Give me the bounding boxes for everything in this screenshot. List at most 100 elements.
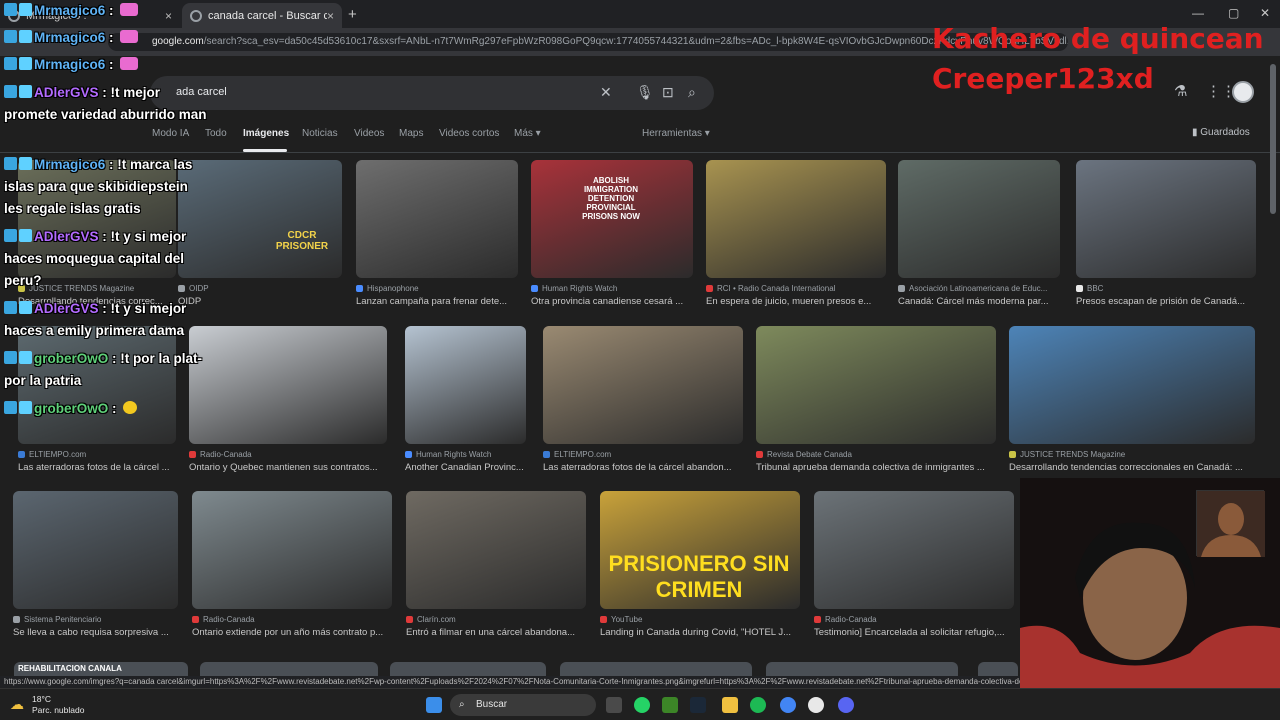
result-source[interactable]: RCI • Radio Canada International [706, 284, 886, 293]
result-source[interactable]: Hispanophone [356, 284, 518, 293]
new-tab-button[interactable]: + [348, 6, 357, 23]
result-thumbnail[interactable] [189, 326, 387, 444]
result-source[interactable]: Asociación Latinoamericana de Educ... [898, 284, 1060, 293]
result-thumbnail[interactable] [406, 491, 586, 609]
chat-username[interactable]: Mrmagico6 [34, 30, 105, 45]
image-result-card[interactable]: BBC Presos escapan de prisión de Canadá..… [1076, 160, 1256, 322]
steam-icon[interactable] [690, 697, 706, 713]
chat-username[interactable]: groberOwO [34, 351, 108, 366]
result-thumbnail[interactable]: ABOLISH IMMIGRATION DETENTION PROVINCIAL… [531, 160, 693, 278]
lens-icon[interactable]: ⊡ [662, 84, 674, 101]
result-caption[interactable]: Testimonio] Encarcelada al solicitar ref… [814, 627, 1014, 638]
maximize-icon[interactable]: ▢ [1228, 6, 1239, 20]
result-thumbnail[interactable]: PRISIONERO SIN CRIMEN [600, 491, 800, 609]
result-caption[interactable]: Se lleva a cabo requisa sorpresiva ... [13, 627, 178, 638]
image-result-card[interactable] [560, 662, 752, 676]
result-source[interactable]: Radio-Canada [814, 615, 1014, 624]
result-thumbnail[interactable] [898, 160, 1060, 278]
result-thumbnail[interactable] [706, 160, 886, 278]
result-caption[interactable]: Entró a filmar en una cárcel abandona... [406, 627, 586, 638]
result-caption[interactable]: En espera de juicio, mueren presos e... [706, 296, 886, 307]
image-result-card[interactable] [766, 662, 958, 676]
image-result-card[interactable]: ABOLISH IMMIGRATION DETENTION PROVINCIAL… [531, 160, 693, 322]
result-caption[interactable]: Lanzan campaña para frenar dete... [356, 296, 518, 307]
result-caption[interactable]: Tribunal aprueba demanda colectiva de in… [756, 462, 996, 473]
result-thumbnail[interactable] [543, 326, 743, 444]
tab-mas[interactable]: Más ▾ [514, 128, 541, 139]
result-source[interactable]: Radio-Canada [192, 615, 392, 624]
whatsapp-icon[interactable] [634, 697, 650, 713]
tab-videos-cortos[interactable]: Videos cortos [439, 128, 499, 139]
spotify-icon[interactable] [750, 697, 766, 713]
result-source[interactable]: Revista Debate Canada [756, 450, 996, 459]
account-avatar[interactable] [1232, 81, 1254, 103]
chat-username[interactable]: ADlerGVS [34, 229, 99, 244]
labs-icon[interactable]: ⚗ [1174, 82, 1187, 100]
minimize-icon[interactable]: — [1192, 6, 1204, 20]
result-thumbnail[interactable] [192, 491, 392, 609]
start-windows-icon[interactable] [426, 697, 442, 713]
image-result-card[interactable]: Sistema Penitenciario Se lleva a cabo req… [13, 491, 178, 653]
close-window-icon[interactable]: ✕ [1260, 6, 1270, 20]
result-caption[interactable]: Las aterradoras fotos de la cárcel aband… [543, 462, 743, 473]
result-source[interactable]: Radio-Canada [189, 450, 387, 459]
search-box[interactable]: ada carcel ✕ 🎙 ⊡ ⌕ [150, 76, 714, 110]
result-thumbnail[interactable] [756, 326, 996, 444]
result-source[interactable]: ELTIEMPO.com [543, 450, 743, 459]
image-result-card[interactable] [200, 662, 378, 676]
image-result-card[interactable] [390, 662, 546, 676]
microphone-icon[interactable]: 🎙 [636, 84, 654, 101]
result-source[interactable]: Clarín.com [406, 615, 586, 624]
chat-username[interactable]: Mrmagico6 [34, 3, 105, 18]
result-source[interactable]: BBC [1076, 284, 1256, 293]
tab-imagenes[interactable]: Imágenes [243, 128, 289, 139]
image-result-card[interactable]: PRISIONERO SIN CRIMEN YouTube Landing in C… [600, 491, 800, 653]
result-source[interactable]: JUSTICE TRENDS Magazine [1009, 450, 1255, 459]
result-source[interactable]: ELTIEMPO.com [18, 450, 176, 459]
image-result-card[interactable]: Hispanophone Lanzan campaña para frenar d… [356, 160, 518, 322]
clear-icon[interactable]: ✕ [600, 84, 612, 101]
result-caption[interactable]: Ontario extiende por un año más contrato… [192, 627, 392, 638]
image-result-card[interactable]: JUSTICE TRENDS Magazine Desarrollando ten… [1009, 326, 1255, 488]
result-caption[interactable]: Otra provincia canadiense cesará ... [531, 296, 693, 307]
chat-username[interactable]: ADlerGVS [34, 85, 99, 100]
result-caption[interactable]: Ontario y Quebec mantienen sus contratos… [189, 462, 387, 473]
result-source[interactable]: Human Rights Watch [531, 284, 693, 293]
scrollbar[interactable] [1270, 64, 1276, 214]
result-caption[interactable]: Presos escapan de prisión de Canadá... [1076, 296, 1256, 307]
saved-button[interactable]: ▮ Guardados [1192, 127, 1250, 138]
result-thumbnail[interactable] [814, 491, 1014, 609]
chat-username[interactable]: Mrmagico6 [34, 57, 105, 72]
search-icon[interactable]: ⌕ [688, 84, 696, 101]
result-source[interactable]: Human Rights Watch [405, 450, 526, 459]
result-source[interactable]: Sistema Penitenciario [13, 615, 178, 624]
image-result-card[interactable]: REHABILITACION CANALA [14, 662, 188, 676]
tab-videos[interactable]: Videos [354, 128, 384, 139]
result-thumbnail[interactable] [13, 491, 178, 609]
result-thumbnail[interactable] [356, 160, 518, 278]
result-caption[interactable]: Another Canadian Provinc... [405, 462, 526, 473]
chat-username[interactable]: Mrmagico6 [34, 157, 105, 172]
chat-username[interactable]: ADlerGVS [34, 301, 99, 316]
result-source[interactable]: YouTube [600, 615, 800, 624]
image-result-card[interactable]: ELTIEMPO.com Las aterradoras fotos de la … [543, 326, 743, 488]
image-result-card[interactable]: Radio-Canada Ontario y Quebec mantienen s… [189, 326, 387, 488]
result-thumbnail[interactable] [1009, 326, 1255, 444]
result-caption[interactable]: Las aterradoras fotos de la cárcel ... [18, 462, 176, 473]
tab-noticias[interactable]: Noticias [302, 128, 338, 139]
image-result-card[interactable]: RCI • Radio Canada International En esper… [706, 160, 886, 322]
image-result-card[interactable] [978, 662, 1018, 676]
tools-button[interactable]: Herramientas ▾ [642, 128, 710, 139]
result-thumbnail[interactable] [1076, 160, 1256, 278]
result-caption[interactable]: Desarrollando tendencias correccionales … [1009, 462, 1255, 473]
image-result-card[interactable]: Revista Debate Canada Tribunal aprueba de… [756, 326, 996, 488]
task-view-icon[interactable] [606, 697, 622, 713]
result-caption[interactable]: Canadá: Cárcel más moderna par... [898, 296, 1060, 307]
image-result-card[interactable]: Asociación Latinoamericana de Educ... Can… [898, 160, 1060, 322]
file-explorer-icon[interactable] [722, 697, 738, 713]
image-result-card[interactable]: Radio-Canada Ontario extiende por un año … [192, 491, 392, 653]
discord-icon[interactable] [838, 697, 854, 713]
tab-maps[interactable]: Maps [399, 128, 423, 139]
tab-close-icon[interactable]: × [327, 9, 334, 23]
obs-icon[interactable] [808, 697, 824, 713]
